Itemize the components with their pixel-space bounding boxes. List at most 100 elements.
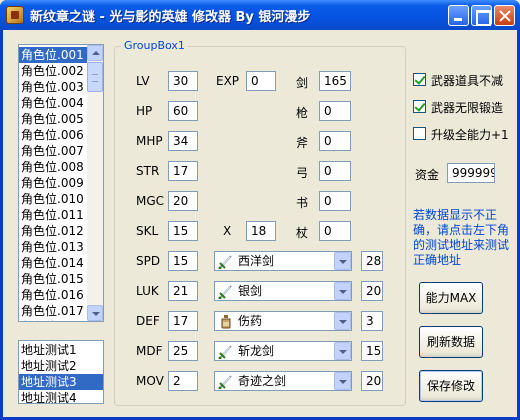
checkbox-unchecked-icon[interactable] bbox=[413, 127, 426, 140]
stat-field-skl[interactable]: 15 bbox=[168, 221, 198, 241]
address-test-rows: 地址测试1 地址测试2 地址测试3 地址测试4 bbox=[19, 342, 103, 403]
chevron-down-icon[interactable] bbox=[334, 342, 351, 360]
stat-field-mov[interactable]: 2 bbox=[168, 371, 198, 391]
chevron-down-icon[interactable] bbox=[334, 372, 351, 390]
stat-field-hp[interactable]: 60 bbox=[168, 101, 198, 121]
character-slot-list[interactable]: 角色位.001 角色位.002 角色位.003 角色位.004 角色位.005 角色位.0… bbox=[18, 44, 104, 322]
ability-max-button[interactable]: 能力MAX bbox=[419, 282, 483, 314]
weapon-level-label: 剑 bbox=[296, 76, 309, 90]
character-slot-item[interactable]: 角色位.010 bbox=[19, 191, 87, 207]
app-icon bbox=[6, 6, 24, 24]
refresh-data-button[interactable]: 刷新数据 bbox=[419, 326, 483, 358]
close-button[interactable] bbox=[494, 5, 515, 26]
stat-label-lv: LV bbox=[136, 74, 150, 88]
address-test-item[interactable]: 地址测试4 bbox=[19, 390, 103, 403]
item-select-1[interactable]: 西洋剑 bbox=[214, 251, 352, 271]
weapon-level-field[interactable]: 0 bbox=[319, 221, 351, 241]
item-name: 银剑 bbox=[238, 284, 263, 298]
character-slot-item[interactable]: 角色位.017 bbox=[19, 303, 87, 319]
stat-field-luk[interactable]: 21 bbox=[168, 281, 198, 301]
weapon-level-field[interactable]: 0 bbox=[319, 131, 351, 151]
item-select-4[interactable]: 斩龙剑 bbox=[214, 341, 352, 361]
weapon-level-label: 书 bbox=[296, 196, 309, 210]
scroll-thumb[interactable] bbox=[87, 62, 103, 92]
character-slot-item[interactable]: 角色位.002 bbox=[19, 63, 87, 79]
stat-field-x[interactable]: 18 bbox=[246, 221, 276, 241]
weapon-level-field[interactable]: 0 bbox=[319, 161, 351, 181]
weapon-level-label: 枪 bbox=[296, 106, 309, 120]
stat-label-x: X bbox=[223, 224, 232, 238]
save-changes-button[interactable]: 保存修改 bbox=[419, 370, 483, 402]
weapon-level-field[interactable]: 165 bbox=[319, 71, 351, 91]
chevron-down-icon[interactable] bbox=[334, 252, 351, 270]
character-slot-item[interactable]: 角色位.009 bbox=[19, 175, 87, 191]
checkbox-checked-icon[interactable] bbox=[413, 100, 426, 113]
stat-field-exp[interactable]: 0 bbox=[246, 71, 276, 91]
item-select-3[interactable]: 伤药 bbox=[214, 311, 352, 331]
stat-label-mgc: MGC bbox=[136, 194, 165, 208]
stat-field-def[interactable]: 17 bbox=[168, 311, 198, 331]
item-count-field[interactable]: 20 bbox=[361, 371, 383, 391]
stat-label-mov: MOV bbox=[136, 374, 164, 388]
item-name: 西洋剑 bbox=[238, 254, 275, 268]
address-hint-text: 若数据显示不正确，请点击左下角的测试地址来测试正确地址 bbox=[413, 208, 510, 267]
stat-field-mgc[interactable]: 20 bbox=[168, 191, 198, 211]
character-slot-item[interactable]: 角色位.006 bbox=[19, 127, 87, 143]
stat-label-str: STR bbox=[136, 164, 160, 178]
title-bar[interactable]: 新纹章之谜 - 光与影的英雄 修改器 By 银河漫步 bbox=[0, 0, 520, 30]
money-field[interactable]: 999999 bbox=[447, 163, 495, 183]
weapon-level-label: 弓 bbox=[296, 166, 309, 180]
character-slot-item[interactable]: 角色位.001 bbox=[19, 47, 87, 63]
weapon-level-field[interactable]: 0 bbox=[319, 191, 351, 211]
stat-field-lv[interactable]: 30 bbox=[168, 71, 198, 91]
character-slot-item[interactable]: 角色位.008 bbox=[19, 159, 87, 175]
minimize-button[interactable] bbox=[448, 5, 469, 26]
checkbox-checked-icon[interactable] bbox=[413, 73, 426, 86]
character-slot-item[interactable]: 角色位.011 bbox=[19, 207, 87, 223]
address-test-list[interactable]: 地址测试1 地址测试2 地址测试3 地址测试4 bbox=[18, 340, 104, 404]
stat-field-mhp[interactable]: 34 bbox=[168, 131, 198, 151]
stat-field-spd[interactable]: 15 bbox=[168, 251, 198, 271]
groupbox-title: GroupBox1 bbox=[121, 39, 188, 52]
address-test-item[interactable]: 地址测试2 bbox=[19, 358, 103, 374]
item-count-field[interactable]: 20 bbox=[361, 281, 383, 301]
stat-label-skl: SKL bbox=[136, 224, 159, 238]
scroll-up-button[interactable] bbox=[87, 45, 103, 61]
item-count-field[interactable]: 15 bbox=[361, 341, 383, 361]
stat-field-str[interactable]: 17 bbox=[168, 161, 198, 181]
item-count-field[interactable]: 3 bbox=[361, 311, 383, 331]
option-label: 武器无限锻造 bbox=[431, 101, 504, 115]
app-window: 新纹章之谜 - 光与影的英雄 修改器 By 银河漫步 角色位.001 角色位.00… bbox=[0, 0, 520, 420]
address-test-item[interactable]: 地址测试1 bbox=[19, 342, 103, 358]
stat-field-mdf[interactable]: 25 bbox=[168, 341, 198, 361]
stat-label-hp: HP bbox=[136, 104, 153, 118]
weapon-level-field[interactable]: 0 bbox=[319, 101, 351, 121]
client-area: 角色位.001 角色位.002 角色位.003 角色位.004 角色位.005 角色位.0… bbox=[3, 30, 517, 417]
stat-label-luk: LUK bbox=[136, 284, 159, 298]
address-test-item[interactable]: 地址测试3 bbox=[19, 374, 103, 390]
stat-label-mdf: MDF bbox=[136, 344, 163, 358]
scroll-down-button[interactable] bbox=[87, 305, 103, 321]
character-slot-item[interactable]: 角色位.016 bbox=[19, 287, 87, 303]
character-slot-item[interactable]: 角色位.005 bbox=[19, 111, 87, 127]
chevron-down-icon[interactable] bbox=[334, 282, 351, 300]
maximize-button[interactable] bbox=[471, 5, 492, 26]
item-select-2[interactable]: 银剑 bbox=[214, 281, 352, 301]
chevron-down-icon[interactable] bbox=[334, 312, 351, 330]
character-slot-item[interactable]: 角色位.007 bbox=[19, 143, 87, 159]
character-slot-item[interactable]: 角色位.014 bbox=[19, 255, 87, 271]
character-slot-item[interactable]: 角色位.004 bbox=[19, 95, 87, 111]
potion-icon bbox=[218, 314, 234, 329]
window-title: 新纹章之谜 - 光与影的英雄 修改器 By 银河漫步 bbox=[30, 10, 311, 25]
character-slot-item[interactable]: 角色位.015 bbox=[19, 271, 87, 287]
item-count-field[interactable]: 28 bbox=[361, 251, 383, 271]
character-slot-item[interactable]: 角色位.018 bbox=[19, 319, 87, 321]
vertical-scrollbar[interactable] bbox=[87, 45, 103, 321]
sword-icon bbox=[218, 254, 234, 270]
character-slot-item[interactable]: 角色位.012 bbox=[19, 223, 87, 239]
stat-label-spd: SPD bbox=[136, 254, 161, 268]
character-slot-item[interactable]: 角色位.013 bbox=[19, 239, 87, 255]
character-slot-item[interactable]: 角色位.003 bbox=[19, 79, 87, 95]
option-label: 升级全能力+1 bbox=[431, 128, 509, 142]
item-select-5[interactable]: 奇迹之剑 bbox=[214, 371, 352, 391]
